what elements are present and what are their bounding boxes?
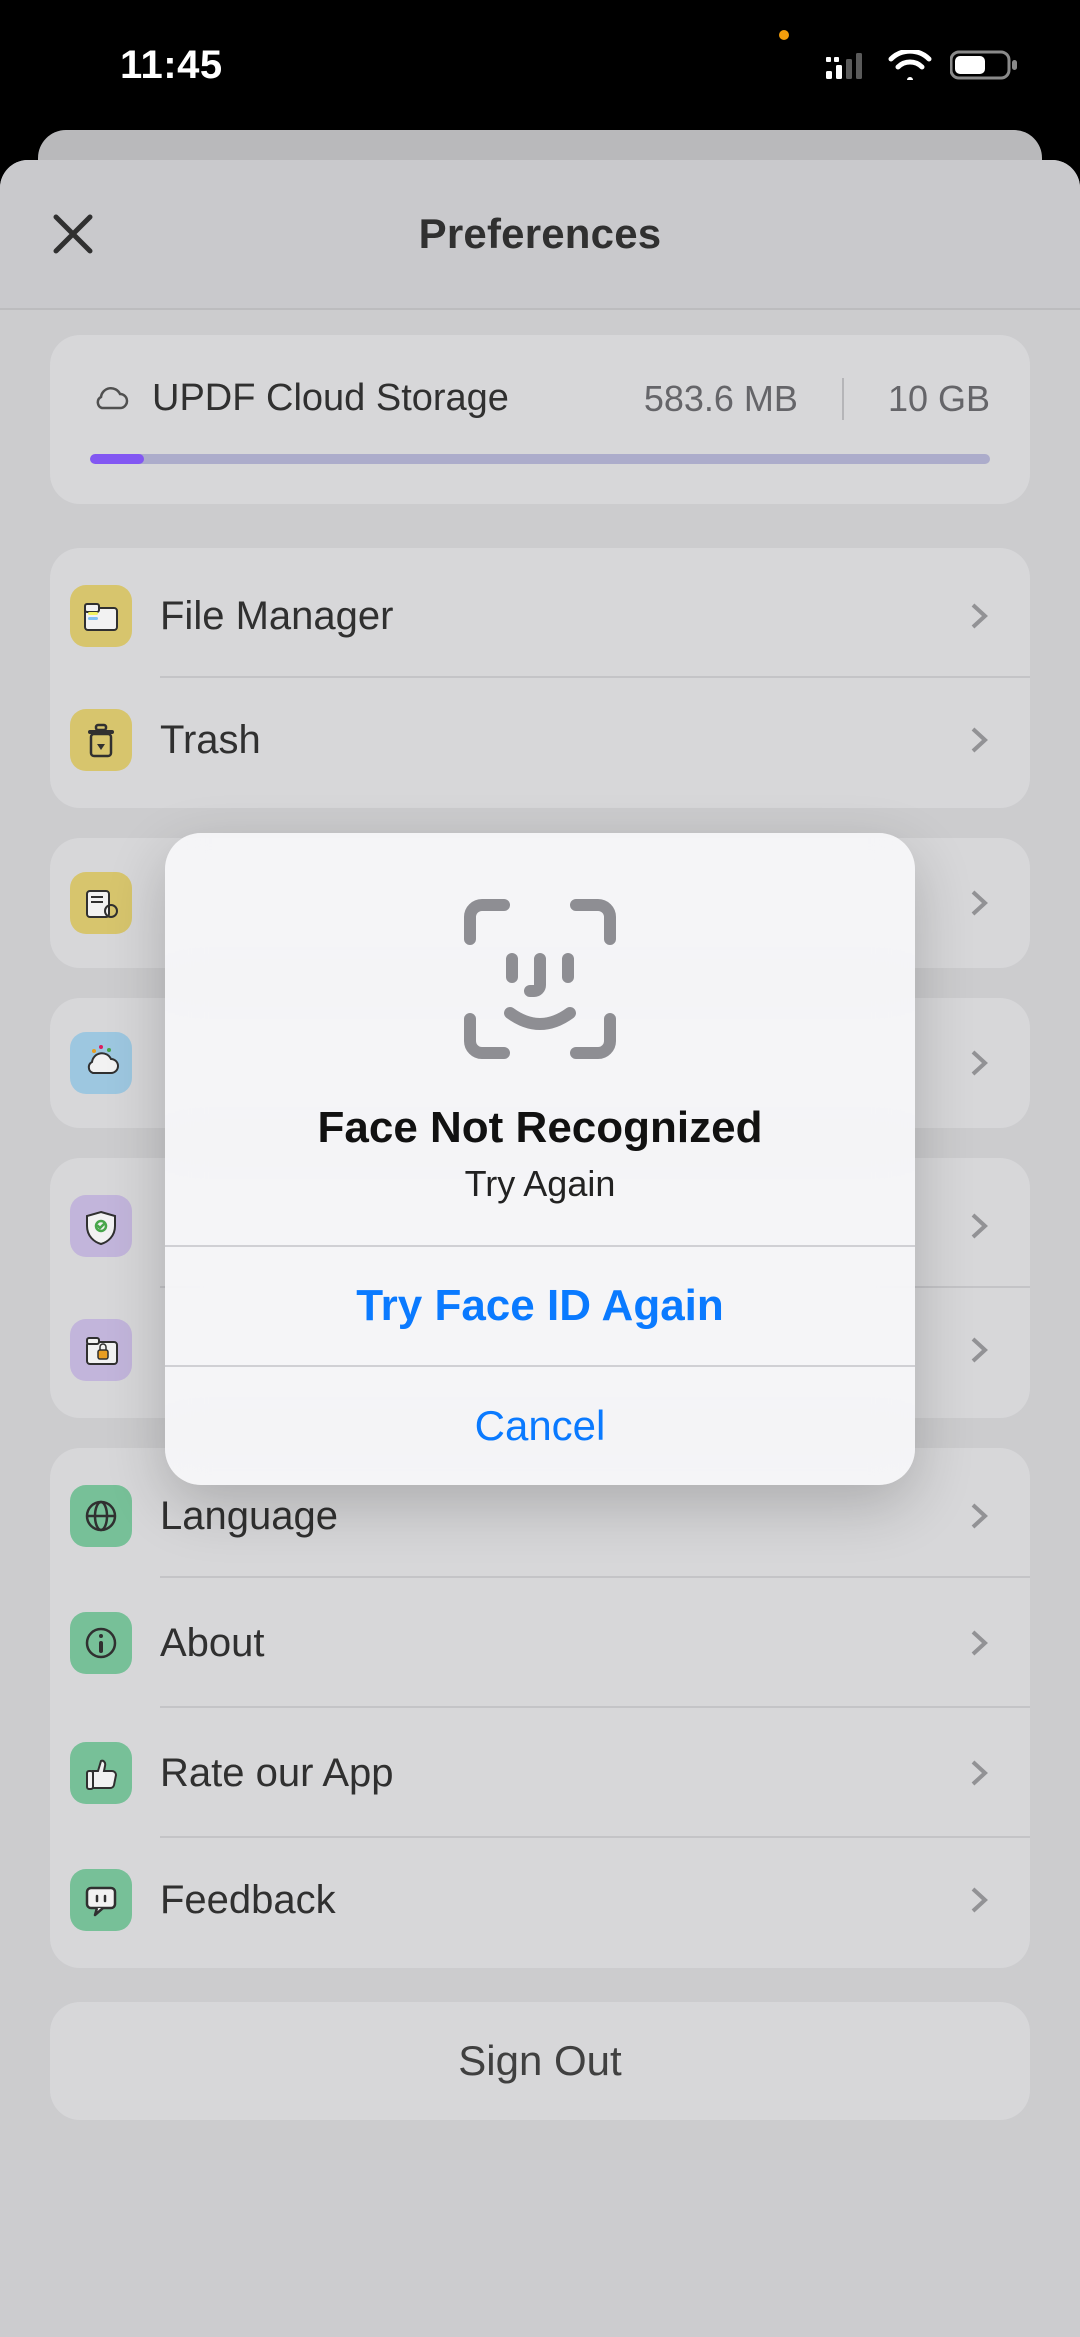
settings-row-rate[interactable]: Rate our App: [50, 1708, 1030, 1838]
row-icon-tile: [70, 1612, 132, 1674]
settings-group: Language About Rate our App Feedback: [50, 1448, 1030, 1968]
globe-icon: [79, 1494, 123, 1538]
status-indicators: [826, 49, 1020, 81]
chevron-right-icon: [962, 1500, 994, 1532]
settings-row-label: Rate our App: [160, 1751, 962, 1796]
alert-title: Face Not Recognized: [205, 1103, 875, 1153]
chevron-right-icon: [962, 1757, 994, 1789]
close-button[interactable]: [50, 211, 96, 257]
row-icon-tile: [70, 1032, 132, 1094]
settings-row-feedback[interactable]: Feedback: [50, 1838, 1030, 1968]
settings-row-label: File Manager: [160, 594, 962, 639]
sign-out-label: Sign Out: [458, 2037, 621, 2085]
settings-row-label: About: [160, 1621, 962, 1666]
settings-row-about[interactable]: About: [50, 1578, 1030, 1708]
info-icon: [79, 1621, 123, 1665]
settings-row-label: Feedback: [160, 1878, 962, 1923]
chevron-right-icon: [962, 1627, 994, 1659]
settings-row-file-manager[interactable]: File Manager: [50, 548, 1030, 678]
chevron-right-icon: [962, 887, 994, 919]
cancel-button[interactable]: Cancel: [165, 1365, 915, 1485]
wifi-icon: [888, 50, 932, 80]
cellular-icon: [826, 51, 870, 79]
settings-row-label: Trash: [160, 718, 962, 763]
lock-folder-icon: [79, 1328, 123, 1372]
storage-progress-bar: [90, 454, 990, 464]
divider: [842, 378, 844, 420]
close-icon: [50, 211, 96, 257]
battery-icon: [950, 49, 1020, 81]
page-title: Preferences: [419, 210, 662, 258]
cloud-storage-card[interactable]: UPDF Cloud Storage 583.6 MB 10 GB: [50, 335, 1030, 504]
chevron-right-icon: [962, 1210, 994, 1242]
shield-icon: [79, 1204, 123, 1248]
row-icon-tile: [70, 872, 132, 934]
row-icon-tile: [70, 709, 132, 771]
chevron-right-icon: [962, 1047, 994, 1079]
chevron-right-icon: [962, 600, 994, 632]
face-id-icon: [205, 889, 875, 1069]
chevron-right-icon: [962, 1884, 994, 1916]
settings-row-trash[interactable]: Trash: [50, 678, 1030, 808]
row-icon-tile: [70, 585, 132, 647]
settings-row-label: Language: [160, 1494, 962, 1539]
chevron-right-icon: [962, 724, 994, 756]
storage-used: 583.6 MB: [644, 378, 798, 420]
face-id-alert: Face Not Recognized Try Again Try Face I…: [165, 833, 915, 1485]
thumbsup-icon: [79, 1751, 123, 1795]
row-icon-tile: [70, 1742, 132, 1804]
row-icon-tile: [70, 1319, 132, 1381]
status-bar: 11:45: [0, 0, 1080, 130]
row-icon-tile: [70, 1869, 132, 1931]
cert-icon: [79, 881, 123, 925]
recording-indicator-dot: [779, 30, 789, 40]
storage-total: 10 GB: [888, 378, 990, 420]
folder-icon: [79, 594, 123, 638]
cloud-ai-icon: [79, 1041, 123, 1085]
row-icon-tile: [70, 1485, 132, 1547]
cloud-icon: [90, 384, 130, 414]
sheet-header: Preferences: [0, 160, 1080, 310]
trash-icon: [79, 718, 123, 762]
storage-label: UPDF Cloud Storage: [152, 377, 622, 420]
row-icon-tile: [70, 1195, 132, 1257]
chevron-right-icon: [962, 1334, 994, 1366]
chat-icon: [79, 1878, 123, 1922]
status-time: 11:45: [120, 43, 223, 88]
alert-subtitle: Try Again: [205, 1163, 875, 1205]
storage-progress-fill: [90, 454, 144, 464]
settings-group: File Manager Trash: [50, 548, 1030, 808]
sign-out-button[interactable]: Sign Out: [50, 2002, 1030, 2120]
try-face-id-again-button[interactable]: Try Face ID Again: [165, 1245, 915, 1365]
